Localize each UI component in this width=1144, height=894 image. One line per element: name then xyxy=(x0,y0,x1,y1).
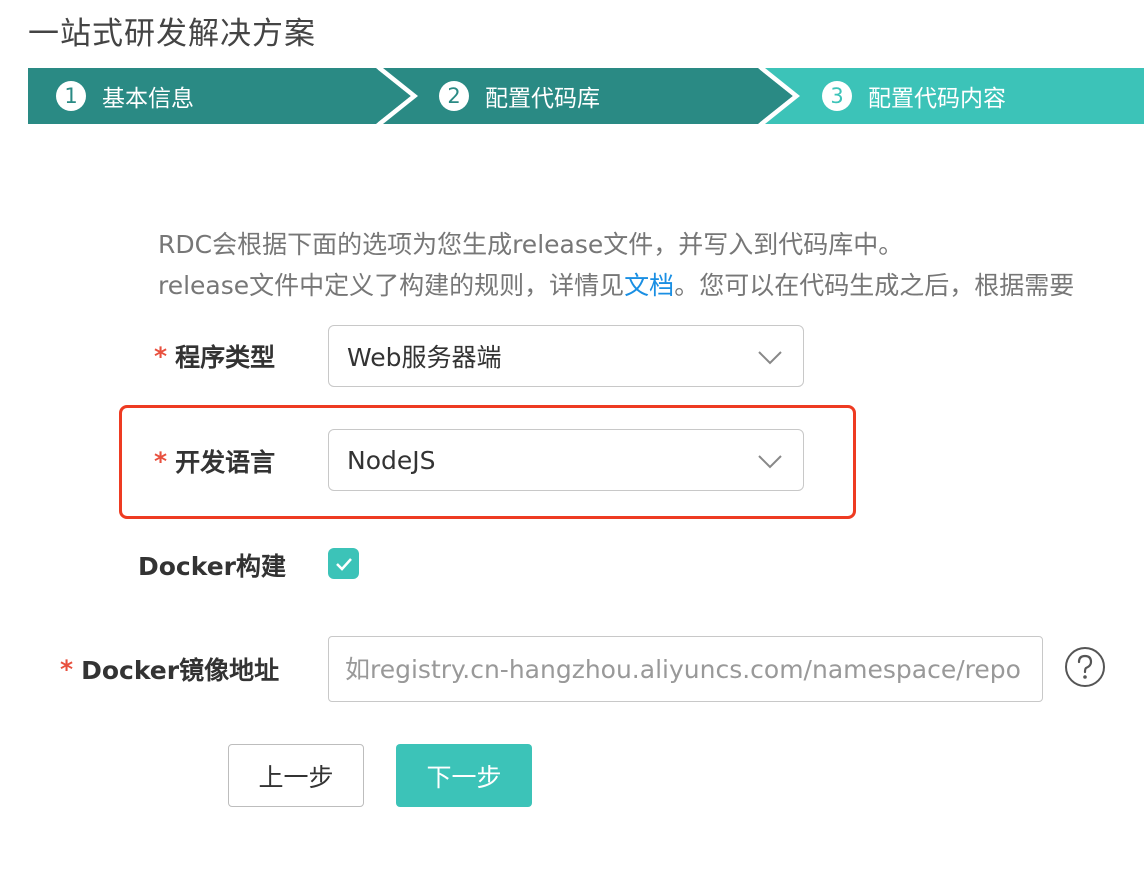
description-line-2-rest: 。您可以在代码生成之后，根据需要 xyxy=(674,271,1075,300)
step-3-number: 3 xyxy=(822,81,852,111)
language-label: * 开发语言 xyxy=(154,443,275,479)
program-type-label-text: 程序类型 xyxy=(175,343,276,372)
required-mark: * xyxy=(60,654,74,684)
program-type-label: * 程序类型 xyxy=(154,338,275,374)
required-mark: * xyxy=(154,341,168,371)
language-label-text: 开发语言 xyxy=(175,448,276,477)
page-title: 一站式研发解决方案 xyxy=(28,16,316,52)
docker-image-label: * Docker镜像地址 xyxy=(60,651,279,687)
step-1[interactable]: 1 基本信息 xyxy=(56,68,194,124)
next-button[interactable]: 下一步 xyxy=(396,744,532,807)
required-mark: * xyxy=(154,446,168,476)
step-1-label: 基本信息 xyxy=(102,86,194,112)
docker-build-label: Docker构建 xyxy=(138,547,286,583)
language-select[interactable]: NodeJS xyxy=(328,429,804,491)
step-2-label: 配置代码库 xyxy=(485,86,600,112)
program-type-select[interactable]: Web服务器端 xyxy=(328,325,804,387)
language-value: NodeJS xyxy=(347,445,436,475)
check-icon xyxy=(335,557,352,571)
step-2[interactable]: 2 配置代码库 xyxy=(439,68,600,124)
step-progress-bar: 1 基本信息 2 配置代码库 3 配置代码内容 xyxy=(28,68,1144,124)
prev-button[interactable]: 上一步 xyxy=(228,744,364,807)
step-1-number: 1 xyxy=(56,81,86,111)
description: RDC会根据下面的选项为您生成release文件，并写入到代码库中。 relea… xyxy=(158,224,1074,306)
docker-build-label-text: Docker构建 xyxy=(138,552,286,581)
step-3[interactable]: 3 配置代码内容 xyxy=(822,68,1006,124)
docs-link[interactable]: 文档 xyxy=(624,271,674,300)
description-line-2-text: release文件中定义了构建的规则，详情见 xyxy=(158,271,625,300)
docker-build-checkbox[interactable] xyxy=(328,548,359,579)
question-circle-icon[interactable] xyxy=(1064,646,1106,688)
docker-image-label-text: Docker镜像地址 xyxy=(81,656,280,685)
description-line-1: RDC会根据下面的选项为您生成release文件，并写入到代码库中。 xyxy=(158,230,904,259)
step-2-number: 2 xyxy=(439,81,469,111)
chevron-down-icon xyxy=(758,351,782,365)
step-3-label: 配置代码内容 xyxy=(868,86,1006,112)
description-line-2: release文件中定义了构建的规则，详情见文档。您可以在代码生成之后，根据需要 xyxy=(158,265,1074,306)
program-type-value: Web服务器端 xyxy=(347,343,502,372)
chevron-down-icon xyxy=(758,455,782,469)
docker-image-input[interactable] xyxy=(328,636,1043,702)
